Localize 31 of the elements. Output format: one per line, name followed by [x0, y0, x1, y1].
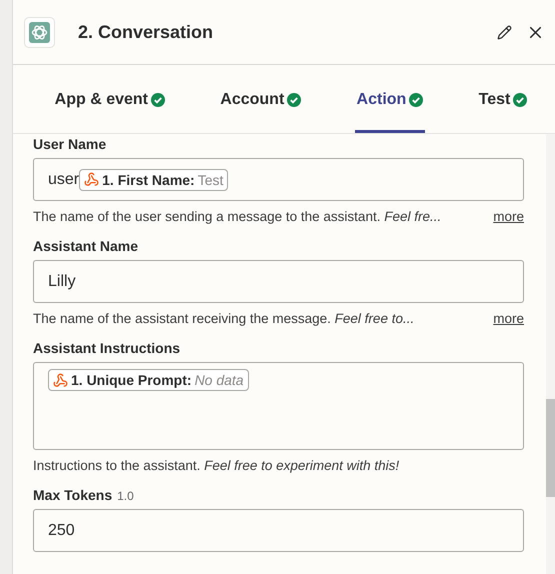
input-field[interactable]: Lilly	[33, 260, 524, 303]
check-circle-icon	[150, 92, 165, 106]
check-circle-icon	[513, 92, 528, 106]
more-link[interactable]: more	[493, 311, 524, 326]
app-logo-icon	[24, 16, 55, 48]
data-token[interactable]: 1. First Name: Test	[79, 168, 228, 190]
scrollbar[interactable]	[546, 134, 555, 574]
step-tab[interactable]: Test	[476, 65, 530, 133]
input-field[interactable]: user 1. First Name: Test	[33, 158, 524, 201]
webhook-icon	[84, 172, 100, 187]
field-description: The name of the assistant receiving the message. Feel free to...	[33, 311, 414, 326]
field-label: User Name	[33, 136, 106, 152]
field-description: The name of the user sending a message to the assistant. Feel fre...	[33, 209, 442, 224]
check-circle-icon	[287, 92, 302, 106]
webhook-icon	[53, 372, 68, 388]
panel-title: 2. Conversation	[78, 22, 214, 42]
step-tab[interactable]: Account	[218, 65, 304, 133]
step-tab[interactable]: Action	[354, 65, 426, 133]
field-label: Assistant Instructions	[33, 340, 180, 356]
field-description: Instructions to the assistant. Feel free to experiment with this!	[33, 458, 400, 473]
version-hint: 1.0	[117, 489, 134, 503]
more-link[interactable]: more	[493, 209, 524, 224]
scrollbar-thumb[interactable]	[546, 399, 555, 497]
input-field[interactable]: 250	[33, 509, 524, 552]
check-circle-icon	[409, 92, 424, 106]
edit-icon[interactable]	[495, 22, 514, 42]
data-token[interactable]: 1. Unique Prompt: No data	[48, 369, 249, 391]
field-label: Assistant Name	[33, 238, 138, 254]
text-area[interactable]: 1. Unique Prompt: No data	[33, 362, 524, 450]
step-tab[interactable]: App & event	[52, 65, 167, 133]
field-label: Max Tokens	[33, 487, 112, 503]
